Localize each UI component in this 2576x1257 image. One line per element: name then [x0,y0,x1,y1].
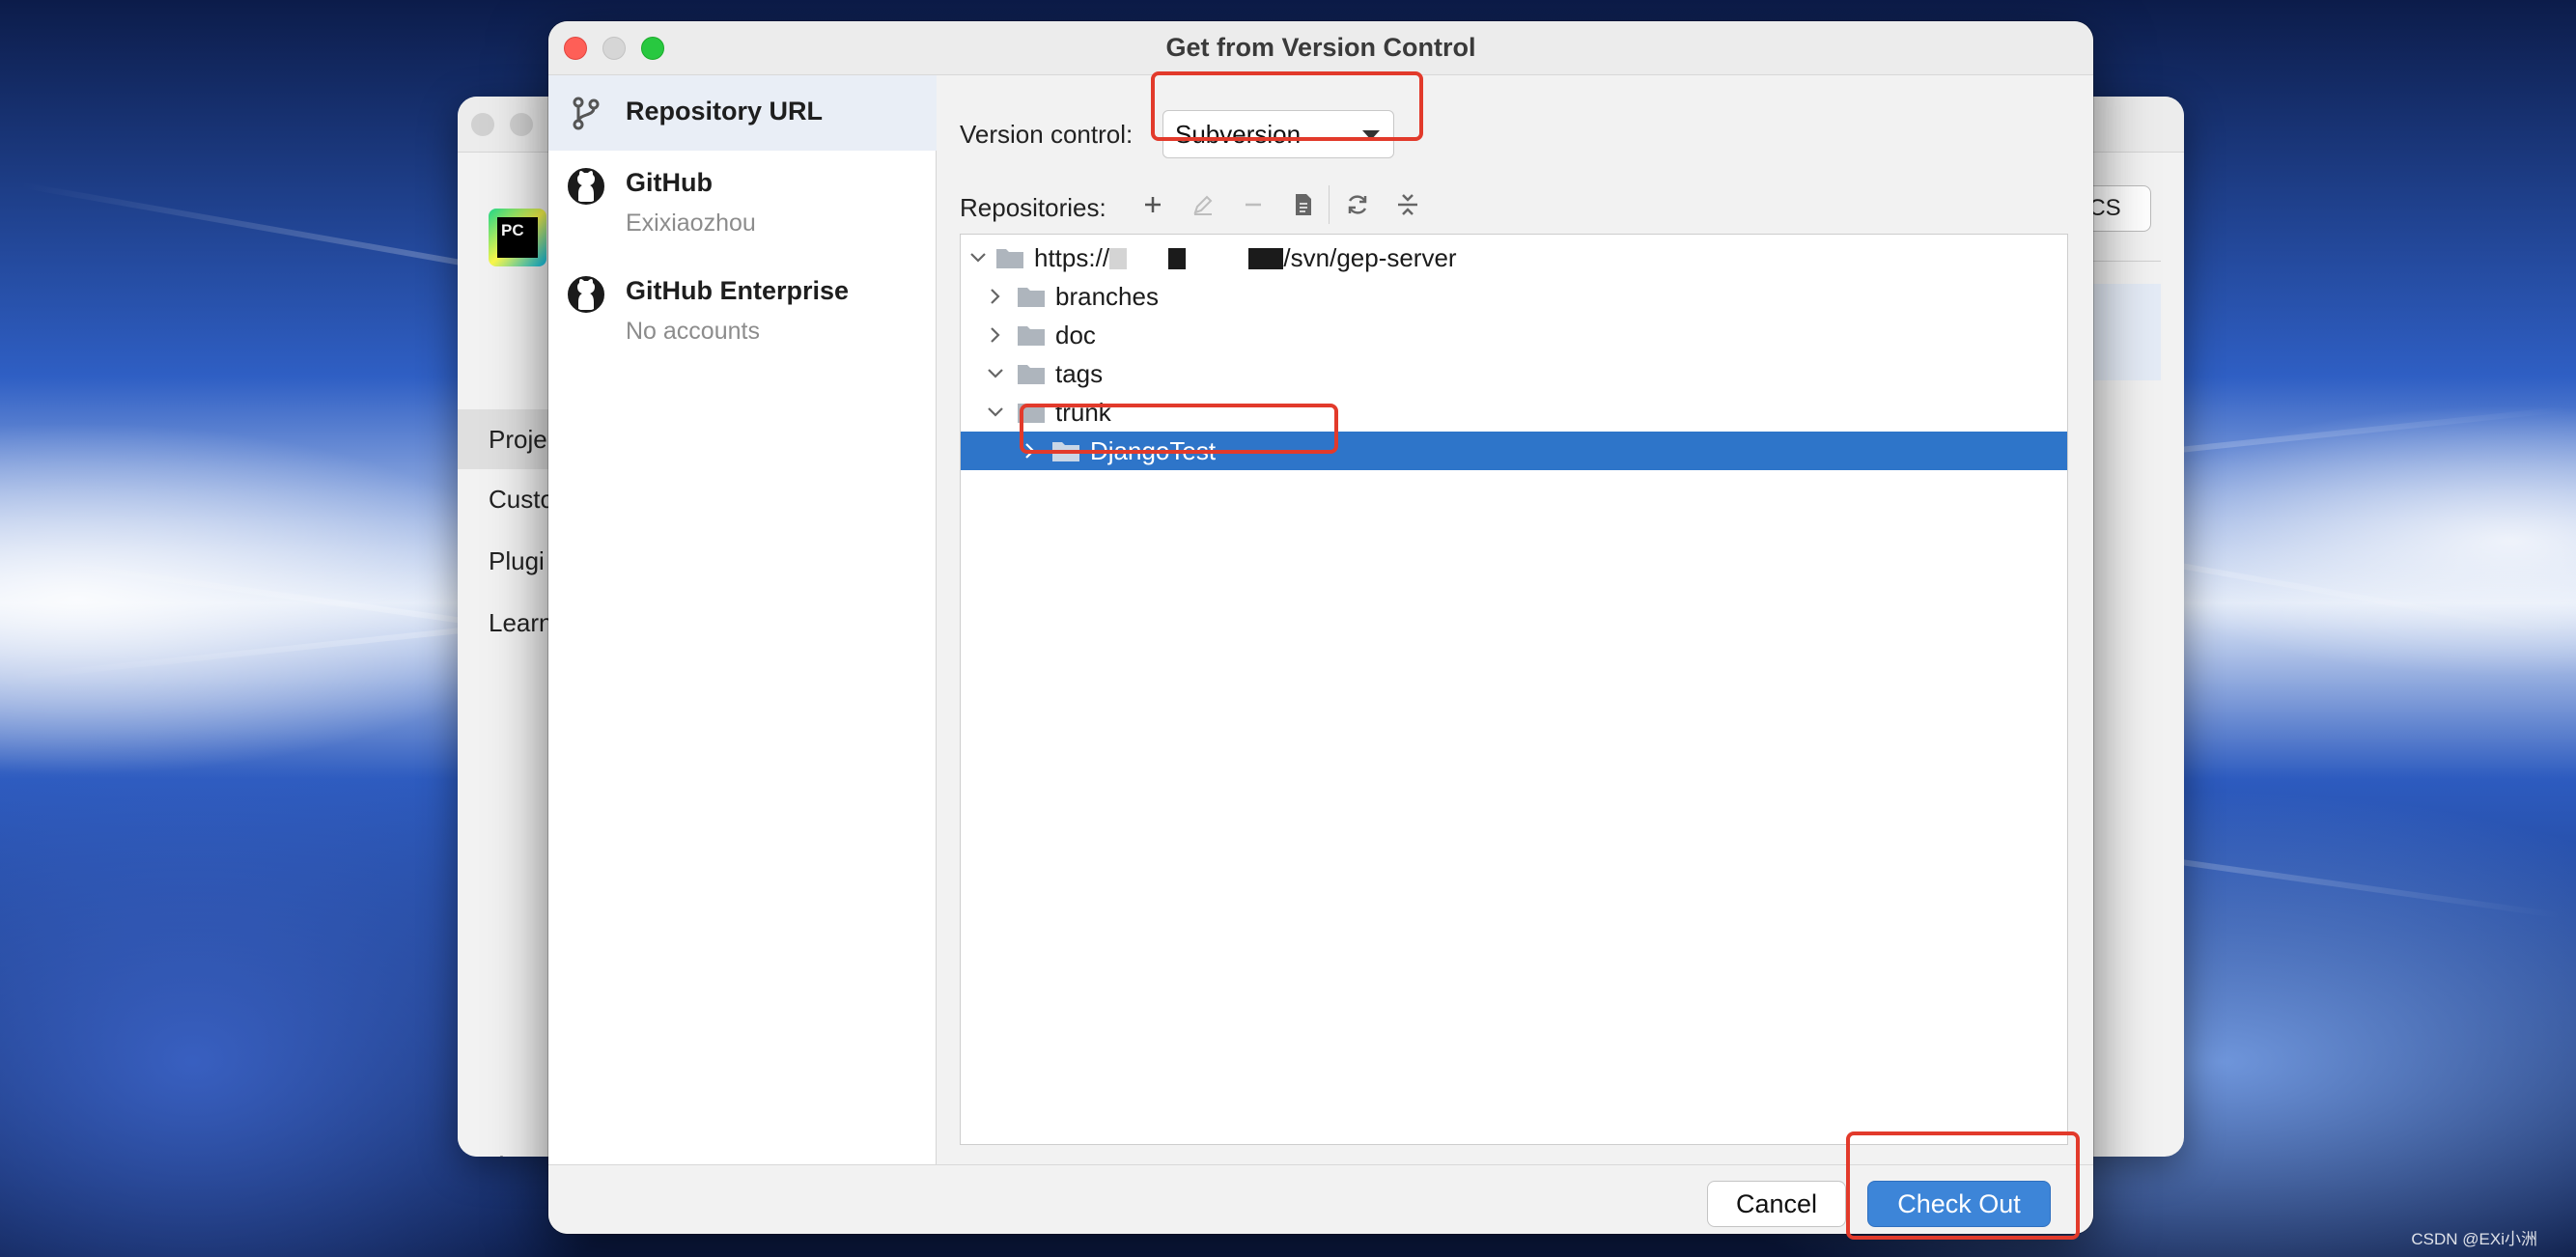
collapse-all-icon[interactable] [1388,185,1427,224]
chevron-down-icon[interactable] [986,403,1005,422]
tree-row-doc[interactable]: doc [961,316,2067,354]
folder-icon [1018,326,1045,346]
source-item-repository-url[interactable]: Repository URL [548,75,937,151]
annotation-highlight-djangotest [1020,404,1338,454]
pycharm-logo: PC [489,209,546,266]
dialog-titlebar: Get from Version Control [548,21,2093,75]
remove-icon[interactable] [1234,185,1273,224]
vcs-source-list: Repository URL GitHub Exixiaozhou GitHub… [548,75,937,1164]
repositories-label: Repositories: [960,193,1106,222]
source-item-account: Exixiaozhou [626,210,756,237]
source-item-label: GitHub [626,168,713,197]
get-from-vcs-dialog: Get from Version Control Repository URL … [548,21,2093,1234]
tree-row-label: https:// /svn/gep-server [1034,243,1457,273]
repository-url-panel: Version control: Subversion Repositories… [937,75,2093,1164]
folder-icon [1018,365,1045,384]
github-icon [568,276,604,313]
repository-tree[interactable]: https:// /svn/gep-server branches doc ta… [960,234,2068,1145]
folder-icon [1018,288,1045,307]
source-item-label: Repository URL [626,97,824,126]
source-item-github[interactable]: GitHub Exixiaozhou [548,168,937,265]
watermark: CSDN @EXi小洲 [2411,1230,2537,1248]
annotation-highlight-check-out [1846,1131,2080,1240]
redacted-block [1109,247,1128,269]
zoom-window-button[interactable] [641,37,664,60]
tree-row-label: doc [1055,320,1096,349]
github-icon [568,168,604,205]
close-window-button[interactable] [564,37,587,60]
repository-url-suffix: /svn/gep-server [1283,242,1457,272]
gear-icon[interactable]: ⚙ [489,1151,515,1157]
browse-icon[interactable] [1284,185,1323,224]
pycharm-logo-text: PC [497,217,538,258]
tree-row-tags[interactable]: tags [961,354,2067,393]
minimize-window-button[interactable] [602,37,626,60]
toolbar-separator [1329,185,1330,224]
refresh-icon[interactable] [1338,185,1377,224]
tree-row-branches[interactable]: branches [961,277,2067,316]
annotation-highlight-version-control [1151,71,1423,141]
cancel-button[interactable]: Cancel [1707,1181,1846,1227]
tree-row-label: branches [1055,281,1159,311]
window-light-inactive[interactable] [510,113,533,136]
folder-icon [996,249,1023,268]
edit-icon[interactable] [1184,185,1222,224]
chevron-down-icon[interactable] [968,248,988,267]
source-item-label: GitHub Enterprise [626,276,850,305]
chevron-right-icon[interactable] [986,287,1005,306]
chevron-down-icon[interactable] [986,364,1005,383]
tree-row-label: tags [1055,358,1104,388]
version-control-label: Version control: [960,120,1134,149]
chevron-right-icon[interactable] [986,325,1005,345]
add-icon[interactable] [1134,185,1172,224]
git-branch-icon [573,97,600,130]
redacted-block [1168,247,1187,269]
repository-url-prefix: https:// [1034,242,1110,272]
redacted-block [1248,247,1284,269]
source-item-account: No accounts [626,318,760,345]
window-light-inactive[interactable] [471,113,494,136]
tree-row-root[interactable]: https:// /svn/gep-server [961,238,2067,277]
source-item-github-enterprise[interactable]: GitHub Enterprise No accounts [548,276,937,373]
dialog-title: Get from Version Control [1165,33,1476,62]
